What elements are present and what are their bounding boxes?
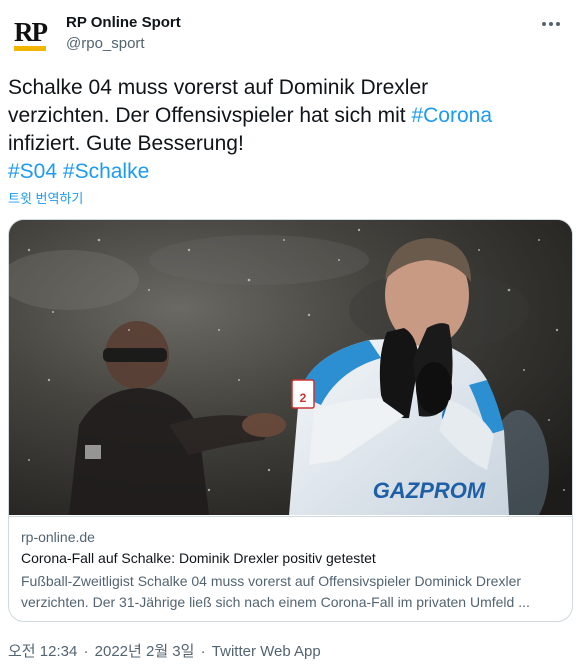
tweet-hashtags: #S04 #Schalke [8,158,574,186]
account-name[interactable]: RP Online Sport [66,14,181,31]
photo-illustration: 2 GAZPROM [9,220,572,515]
separator: · [200,643,206,660]
card-domain: rp-online.de [21,529,95,545]
tweet-date[interactable]: 2022년 2월 3일 [95,643,195,660]
separator: · [83,643,89,660]
card-meta[interactable]: rp-online.de Corona-Fall auf Schalke: Do… [9,516,572,621]
tweet-text: Schalke 04 muss vorerst auf Dominik Drex… [8,74,574,186]
more-dot [549,22,553,26]
avatar-logo-text: RP [14,16,48,47]
hashtag-schalke[interactable]: #Schalke [63,160,149,183]
tweet-client[interactable]: Twitter Web App [212,643,321,660]
more-options-icon[interactable] [536,12,566,36]
league-badge-number: 2 [300,391,307,405]
card-description-line: Fußball-Zweitligist Schalke 04 muss vore… [21,573,522,589]
tweet-timestamp: 오전 12:34 · 2022년 2월 3일 · Twitter Web App [8,640,321,661]
shirt-sponsor: GAZPROM [373,478,486,503]
link-preview-card[interactable]: 2 GAZPROM rp-online.de Corona-Fall auf S… [8,219,573,622]
tweet-time[interactable]: 오전 12:34 [8,643,77,660]
translate-tweet-link[interactable]: 트윗 번역하기 [8,188,83,207]
avatar[interactable]: RP [9,14,51,56]
hashtag-corona[interactable]: #Corona [411,104,492,127]
card-title: Corona-Fall auf Schalke: Dominik Drexler… [21,550,376,566]
account-handle[interactable]: @rpo_sport [66,35,145,52]
avatar-logo-bar [14,45,46,51]
card-description: Fußball-Zweitligist Schalke 04 muss vore… [21,571,563,613]
tweet-text-line: Schalke 04 muss vorerst auf Dominik Drex… [8,76,429,99]
more-dot [556,22,560,26]
card-photo[interactable]: 2 GAZPROM [9,220,572,515]
tweet-header: RP RP Online Sport @rpo_sport [0,0,582,64]
tweet-text-line: infiziert. Gute Besserung! [8,132,244,155]
card-description-line: verzichten. Der 31-Jährige ließ sich nac… [21,594,530,610]
tweet-text-fragment: verzichten. Der Offensivspieler hat sich… [8,104,412,127]
more-dot [542,22,546,26]
tweet-text-line: verzichten. Der Offensivspieler hat sich… [8,102,574,130]
hashtag-s04[interactable]: #S04 [8,160,57,183]
